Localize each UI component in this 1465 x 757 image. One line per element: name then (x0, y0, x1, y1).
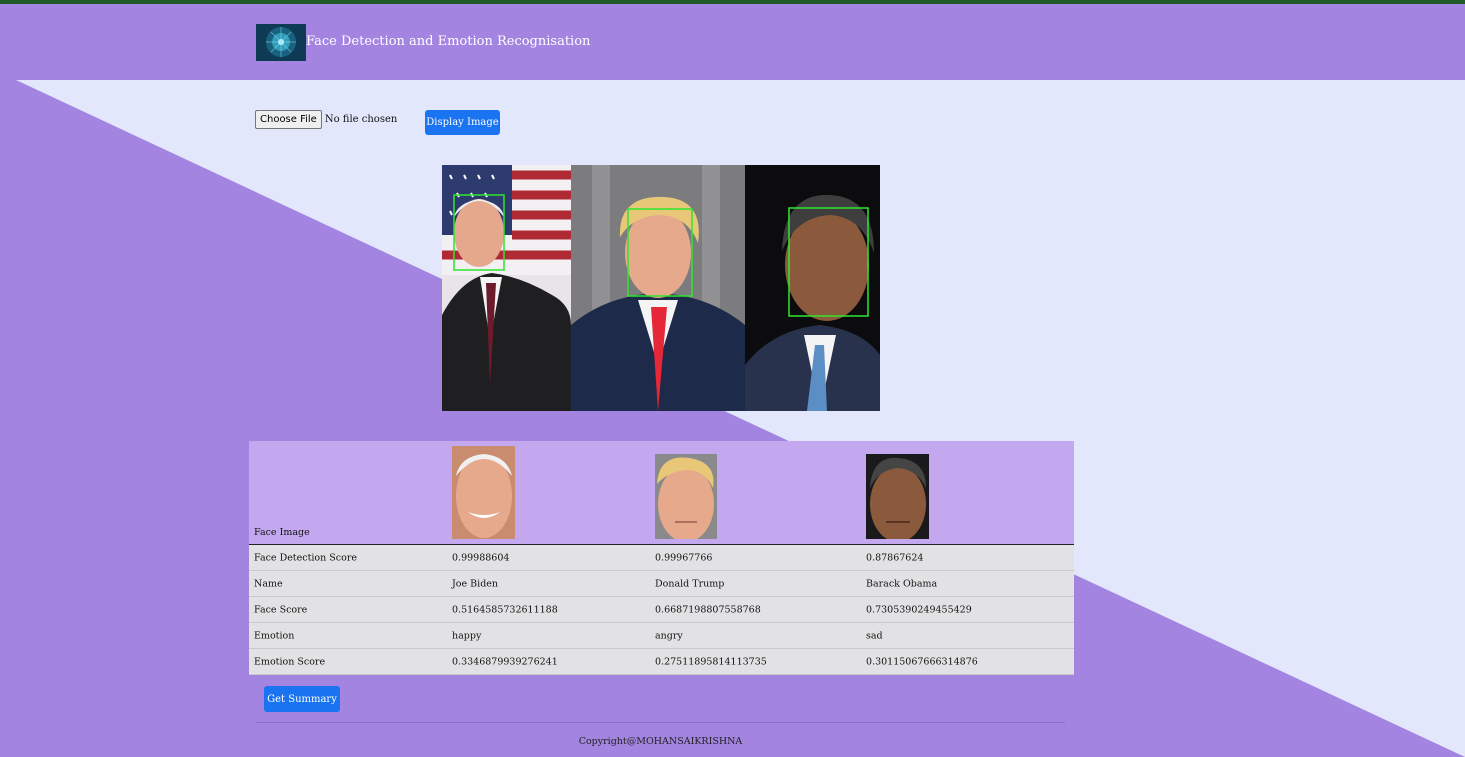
face-score-1: 0.5164585732611188 (452, 604, 558, 615)
face-thumbnail-1 (452, 446, 515, 539)
neural-brain-logo[interactable] (256, 24, 306, 61)
footer-divider (256, 722, 1065, 723)
row-label-emotion-score: Emotion Score (254, 656, 326, 667)
name-3: Barack Obama (866, 578, 938, 589)
detection-score-1: 0.99988604 (452, 552, 510, 563)
app-title: Face Detection and Emotion Recognisation (306, 34, 591, 49)
row-label-face-score: Face Score (254, 604, 308, 615)
face-score-3: 0.7305390249455429 (866, 604, 972, 615)
detection-score-row: Face Detection Score 0.99988604 0.999677… (249, 545, 1074, 571)
emotion-3: sad (866, 630, 883, 641)
row-label-name: Name (254, 578, 283, 589)
detection-score-2: 0.99967766 (655, 552, 713, 563)
row-label-detection-score: Face Detection Score (254, 552, 357, 563)
app-header (0, 4, 1465, 80)
face-image-row: Face Image (249, 441, 1074, 545)
emotion-score-1: 0.3346879939276241 (452, 656, 558, 667)
emotion-score-row: Emotion Score 0.3346879939276241 0.27511… (249, 649, 1074, 675)
display-image-button[interactable]: Display Image (425, 110, 500, 135)
face-score-2: 0.6687198807558768 (655, 604, 761, 615)
emotion-score-3: 0.30115067666314876 (866, 656, 978, 667)
emotion-row: Emotion happy angry sad (249, 623, 1074, 649)
emotion-2: angry (655, 630, 683, 641)
file-picker[interactable]: Choose File No file chosen (255, 110, 397, 129)
choose-file-button[interactable]: Choose File (255, 110, 322, 129)
face-thumbnail-2 (655, 454, 717, 539)
row-label-face-image: Face Image (254, 527, 310, 538)
face-thumbnail-3 (866, 454, 929, 539)
name-row: Name Joe Biden Donald Trump Barack Obama (249, 571, 1074, 597)
copyright-text: Copyright@MOHANSAIKRISHNA (578, 736, 743, 747)
detection-score-3: 0.87867624 (866, 552, 924, 563)
results-table: Face Image Face Detection Score 0.999886… (249, 441, 1074, 675)
get-summary-button[interactable]: Get Summary (264, 686, 340, 712)
annotated-group-photo (442, 165, 880, 411)
emotion-score-2: 0.27511895814113735 (655, 656, 767, 667)
name-1: Joe Biden (452, 578, 499, 589)
face-score-row: Face Score 0.5164585732611188 0.66871988… (249, 597, 1074, 623)
file-status: No file chosen (324, 114, 398, 125)
name-2: Donald Trump (655, 578, 725, 589)
row-label-emotion: Emotion (254, 630, 295, 641)
emotion-1: happy (452, 630, 482, 641)
